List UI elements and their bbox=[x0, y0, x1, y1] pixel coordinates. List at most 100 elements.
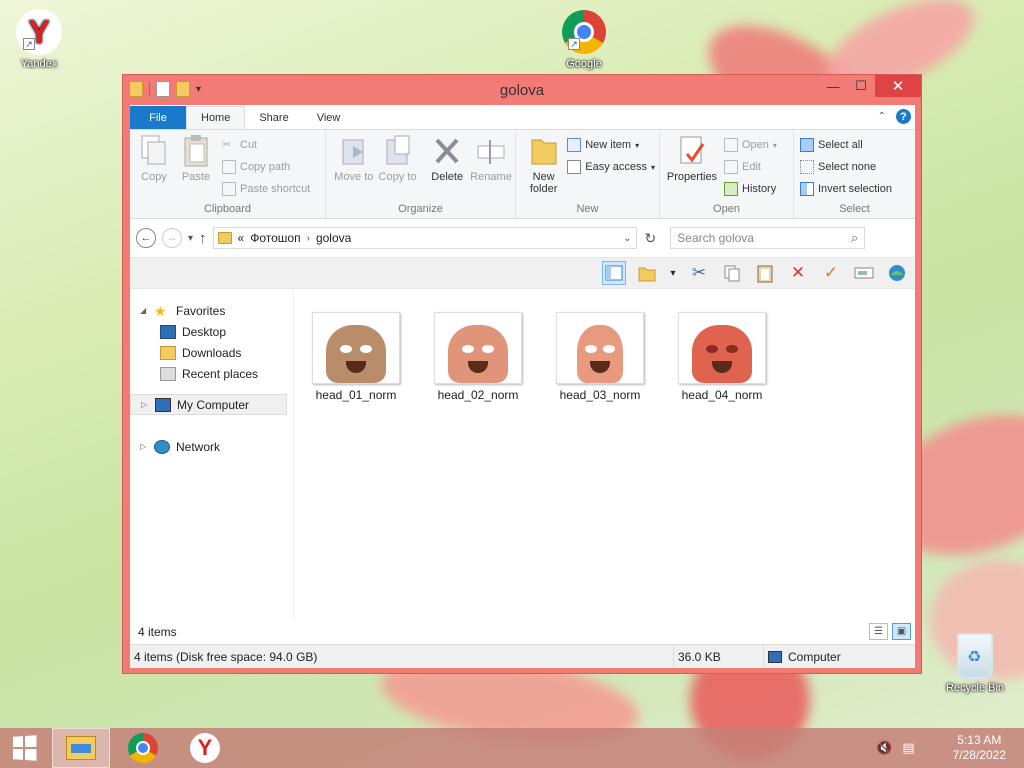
copy-path-button[interactable]: Copy path bbox=[222, 156, 310, 178]
select-all-button[interactable]: Select all bbox=[800, 134, 911, 156]
file-item[interactable]: head_01_norm bbox=[312, 312, 400, 402]
copy-to-button[interactable]: Copy to bbox=[378, 134, 418, 183]
easy-access-button[interactable]: Easy access ▾ bbox=[567, 156, 655, 178]
computer-icon bbox=[768, 650, 782, 663]
breadcrumb-item[interactable]: Фотошоп bbox=[250, 231, 300, 245]
nav-item-desktop[interactable]: Desktop bbox=[130, 321, 293, 342]
yandex-icon: Y bbox=[190, 733, 220, 763]
delete-x-icon[interactable]: ✕ bbox=[786, 261, 810, 285]
nav-item-network[interactable]: ▷ Network bbox=[130, 436, 293, 457]
expander-icon[interactable]: ◢ bbox=[140, 306, 148, 315]
minimize-button[interactable]: — bbox=[819, 75, 847, 97]
ribbon-group-new: New folder New item ▾ Easy access ▾ New bbox=[516, 130, 660, 218]
edit-button[interactable]: Edit bbox=[724, 156, 777, 178]
ribbon-group-open: Properties Open ▾ Edit History Open bbox=[660, 130, 794, 218]
preview-pane-icon[interactable] bbox=[602, 261, 626, 285]
title-bar[interactable]: ▾ golova — ☐ ✕ bbox=[123, 75, 921, 105]
nav-item-my-computer[interactable]: ▷ My Computer bbox=[130, 394, 287, 415]
search-input[interactable]: Search golova ⌕ bbox=[670, 227, 866, 249]
close-button[interactable]: ✕ bbox=[875, 75, 921, 97]
open-button[interactable]: Open ▾ bbox=[724, 134, 777, 156]
maximize-button[interactable]: ☐ bbox=[847, 75, 875, 97]
up-button[interactable]: ↑ bbox=[199, 230, 207, 247]
taskbar-yandex[interactable]: Y bbox=[176, 728, 234, 768]
desktop-icon-google[interactable]: ↗ Google bbox=[549, 8, 619, 70]
invert-selection-button[interactable]: Invert selection bbox=[800, 178, 911, 200]
breadcrumb-prefix[interactable]: « bbox=[238, 231, 245, 245]
paste-icon bbox=[184, 135, 208, 167]
image-thumbnail bbox=[312, 312, 400, 384]
move-to-button[interactable]: Move to bbox=[334, 134, 374, 183]
window-frame: File Home Share View ⌃ ? Copy Paste ✂ Cu… bbox=[130, 105, 915, 668]
content-area: ◢ ★ Favorites Desktop Downloads Recent p… bbox=[130, 290, 915, 620]
folder-options-icon[interactable] bbox=[635, 261, 659, 285]
volume-muted-icon[interactable]: 🔇 bbox=[876, 740, 892, 756]
copy-button[interactable]: Copy bbox=[134, 134, 174, 200]
select-none-button[interactable]: Select none bbox=[800, 156, 911, 178]
item-count: 4 items bbox=[138, 625, 177, 639]
ribbon-group-select: Select all Select none Invert selection … bbox=[794, 130, 915, 218]
desktop-icon-recycle-bin[interactable]: Recycle Bin bbox=[940, 632, 1010, 694]
file-item[interactable]: head_04_norm bbox=[678, 312, 766, 402]
group-label: Clipboard bbox=[203, 203, 252, 215]
chevron-down-icon[interactable]: ⌄ bbox=[623, 233, 631, 244]
clock-date: 7/28/2022 bbox=[952, 748, 1006, 762]
forward-button[interactable]: → bbox=[162, 228, 182, 248]
properties-button[interactable]: Properties bbox=[666, 134, 718, 200]
window-title: golova bbox=[499, 82, 545, 99]
copy-icon[interactable] bbox=[720, 261, 744, 285]
properties-icon bbox=[680, 136, 705, 164]
folder-icon bbox=[217, 232, 232, 244]
file-item[interactable]: head_02_norm bbox=[434, 312, 522, 402]
rename-button[interactable]: Rename bbox=[470, 134, 512, 183]
copy-to-icon bbox=[386, 135, 409, 165]
tab-view[interactable]: View bbox=[303, 106, 355, 129]
clock[interactable]: 5:13 AM 7/28/2022 bbox=[953, 733, 1006, 763]
help-icon[interactable]: ? bbox=[896, 109, 911, 124]
taskbar-file-explorer[interactable] bbox=[52, 728, 110, 768]
shortcut-arrow-icon: ↗ bbox=[568, 38, 580, 50]
details-view-icon[interactable]: ☰ bbox=[869, 623, 888, 640]
delete-button[interactable]: Delete bbox=[427, 134, 467, 183]
chevron-down-icon[interactable]: ▾ bbox=[668, 261, 678, 285]
nav-item-favorites[interactable]: ◢ ★ Favorites bbox=[130, 300, 293, 321]
network-status-icon[interactable]: ▤ bbox=[902, 740, 914, 756]
nav-item-downloads[interactable]: Downloads bbox=[130, 342, 293, 363]
paste-button[interactable]: Paste bbox=[176, 134, 216, 200]
back-button[interactable]: ← bbox=[136, 228, 156, 248]
paste-shortcut-button[interactable]: Paste shortcut bbox=[222, 178, 310, 200]
history-button[interactable]: History bbox=[724, 178, 777, 200]
ribbon-tabs: File Home Share View ⌃ ? bbox=[130, 105, 915, 129]
taskbar-chrome[interactable] bbox=[114, 728, 172, 768]
tab-home[interactable]: Home bbox=[186, 106, 246, 129]
address-bar[interactable]: « Фотошоп › golova ⌄ bbox=[212, 227, 637, 249]
tab-share[interactable]: Share bbox=[245, 106, 302, 129]
open-icon bbox=[724, 138, 738, 152]
start-button[interactable] bbox=[0, 728, 48, 768]
breadcrumb-item[interactable]: golova bbox=[316, 231, 351, 245]
delete-x-icon bbox=[435, 138, 459, 164]
rename-icon[interactable] bbox=[852, 261, 876, 285]
file-item[interactable]: head_03_norm bbox=[556, 312, 644, 402]
cut-button[interactable]: ✂ Cut bbox=[222, 134, 310, 156]
refresh-icon[interactable]: ↻ bbox=[645, 230, 657, 247]
collapse-ribbon-icon[interactable]: ⌃ bbox=[878, 111, 886, 122]
globe-icon[interactable] bbox=[885, 261, 909, 285]
paste-icon[interactable] bbox=[753, 261, 777, 285]
large-icons-view-icon[interactable]: ▣ bbox=[892, 623, 911, 640]
tab-file[interactable]: File bbox=[130, 106, 186, 129]
desktop-icon-yandex[interactable]: Y ↗ Yandex bbox=[4, 8, 74, 70]
character-head-image bbox=[577, 325, 623, 383]
checkmark-icon[interactable]: ✓ bbox=[819, 261, 843, 285]
cut-scissors-icon[interactable]: ✂ bbox=[687, 261, 711, 285]
expander-icon[interactable]: ▷ bbox=[141, 400, 149, 409]
clock-time: 5:13 AM bbox=[957, 733, 1002, 747]
new-folder-button[interactable]: New folder bbox=[524, 134, 563, 195]
expander-icon[interactable]: ▷ bbox=[140, 442, 148, 451]
recent-locations-dropdown[interactable]: ▾ bbox=[188, 233, 193, 244]
group-label: Open bbox=[713, 203, 740, 215]
nav-item-recent-places[interactable]: Recent places bbox=[130, 363, 293, 384]
chevron-right-icon[interactable]: › bbox=[307, 233, 310, 244]
new-item-button[interactable]: New item ▾ bbox=[567, 134, 655, 156]
group-label: New bbox=[576, 203, 599, 215]
